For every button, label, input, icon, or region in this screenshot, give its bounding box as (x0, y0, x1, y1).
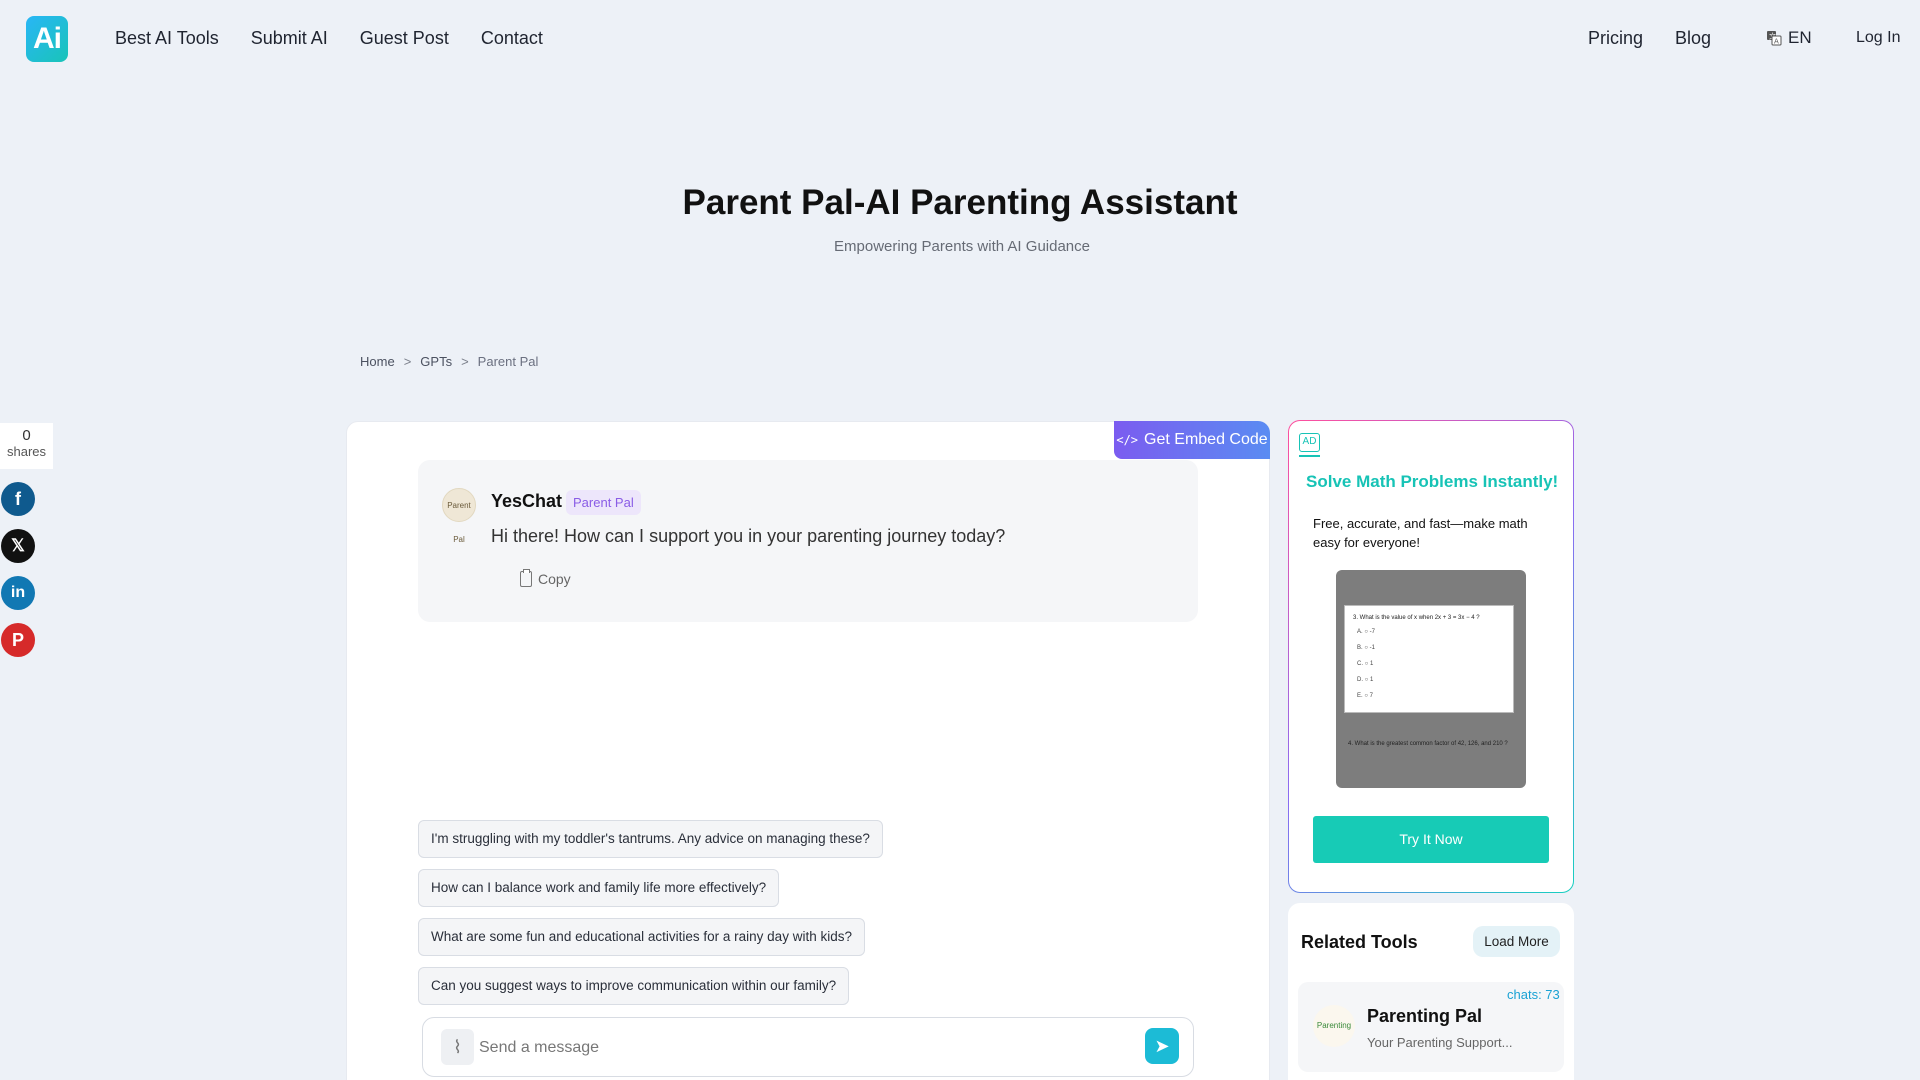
breadcrumb-gpts[interactable]: GPTs (420, 354, 452, 369)
ad-tag: AD (1299, 433, 1320, 452)
load-more-button[interactable]: Load More (1473, 926, 1560, 957)
breadcrumb-separator: > (403, 354, 412, 369)
bot-badge: Parent Pal (566, 490, 641, 515)
ad-image-option: D. ○ 1 (1357, 677, 1374, 683)
svg-text:A: A (1774, 38, 1779, 46)
paperclip-icon[interactable]: ⌇ (441, 1029, 474, 1065)
code-icon: </> (1116, 433, 1139, 447)
breadcrumb-current: Parent Pal (477, 354, 539, 369)
tool-name[interactable]: Parenting Pal (1367, 1006, 1482, 1027)
get-embed-code-button[interactable]: </> Get Embed Code (1114, 421, 1270, 459)
embed-button-label: Get Embed Code (1144, 431, 1268, 448)
ad-image-worksheet: 3. What is the value of x when 2x + 3 = … (1344, 605, 1514, 713)
language-selector[interactable]: 文 A EN (1766, 28, 1812, 48)
suggestion-chip[interactable]: I'm struggling with my toddler's tantrum… (418, 820, 883, 858)
ad-image-option: E. ○ 7 (1357, 693, 1373, 699)
ad-image-option: C. ○ 1 (1357, 661, 1374, 667)
share-count-label: shares (6, 444, 47, 459)
ad-image-question-2: 4. What is the greatest common factor of… (1348, 741, 1508, 747)
tool-description: Your Parenting Support... (1367, 1035, 1513, 1050)
nav-right-links: Pricing Blog (1588, 28, 1711, 49)
copy-label: Copy (538, 571, 571, 587)
ad-image-question: 3. What is the value of x when 2x + 3 = … (1353, 615, 1480, 621)
nav-link-submit-ai[interactable]: Submit AI (251, 28, 328, 49)
page-subtitle: Empowering Parents with AI Guidance (834, 238, 1090, 255)
related-tools-title: Related Tools (1301, 932, 1418, 952)
linkedin-icon[interactable]: in (1, 576, 35, 610)
facebook-icon[interactable]: f (1, 482, 35, 516)
nav-link-guest-post[interactable]: Guest Post (360, 28, 449, 49)
clipboard-icon (520, 569, 532, 587)
login-link[interactable]: Log In (1856, 29, 1900, 47)
nav-link-best-ai-tools[interactable]: Best AI Tools (115, 28, 219, 49)
site-logo[interactable]: Ai (26, 16, 68, 62)
ad-image: 3. What is the value of x when 2x + 3 = … (1336, 570, 1526, 788)
message-composer: ⌇ ➤ (422, 1017, 1194, 1077)
pinterest-icon[interactable]: P (1, 623, 35, 657)
ad-image-option: B. ○ -1 (1357, 645, 1375, 651)
ad-title[interactable]: Solve Math Problems Instantly! (1306, 472, 1558, 492)
x-icon[interactable]: 𝕏 (1, 529, 35, 563)
breadcrumb-home[interactable]: Home (360, 354, 395, 369)
copy-button[interactable]: Copy (520, 569, 571, 587)
share-count: 0 shares (0, 423, 53, 469)
bot-avatar: Parent Pal (442, 488, 476, 544)
try-it-now-button[interactable]: Try It Now (1313, 816, 1549, 863)
suggestion-chip[interactable]: What are some fun and educational activi… (418, 918, 865, 956)
bot-name: YesChat (491, 491, 563, 511)
share-count-number: 0 (22, 427, 31, 444)
nav-link-pricing[interactable]: Pricing (1588, 28, 1643, 49)
top-navigation: Ai Best AI Tools Submit AI Guest Post Co… (0, 0, 1920, 78)
nav-link-blog[interactable]: Blog (1675, 28, 1711, 49)
suggestion-chip[interactable]: Can you suggest ways to improve communic… (418, 967, 850, 1005)
tool-chat-count: chats: 73 (1507, 987, 1560, 1002)
bot-greeting: Hi there! How can I support you in your … (491, 526, 1006, 546)
nav-link-contact[interactable]: Contact (481, 28, 543, 49)
share-sidebar: 0 shares f 𝕏 in P (0, 423, 53, 657)
breadcrumb-separator: > (461, 354, 469, 369)
suggestion-chip[interactable]: How can I balance work and family life m… (418, 869, 780, 907)
send-icon[interactable]: ➤ (1145, 1028, 1179, 1064)
ad-description: Free, accurate, and fast—make math easy … (1313, 516, 1528, 550)
page-title: Parent Pal-AI Parenting Assistant (682, 183, 1238, 222)
language-label: EN (1788, 28, 1812, 47)
tool-logo: Parenting (1313, 1005, 1355, 1047)
translate-icon: 文 A (1767, 31, 1782, 46)
ad-tag-underline (1299, 455, 1320, 457)
breadcrumb: Home > GPTs > Parent Pal (360, 354, 538, 369)
message-input[interactable] (479, 1031, 1119, 1065)
ad-image-option: A. ○ -7 (1357, 629, 1375, 635)
main-nav-links: Best AI Tools Submit AI Guest Post Conta… (115, 28, 543, 49)
